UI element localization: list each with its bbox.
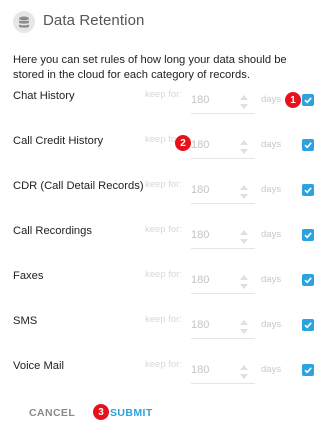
check-icon <box>304 187 312 194</box>
retention-checkbox[interactable] <box>302 364 314 376</box>
retention-checkbox[interactable] <box>302 229 314 241</box>
row-label: Call Credit History <box>13 135 104 147</box>
row-label: SMS <box>13 315 38 327</box>
spinner-arrows-icon[interactable] <box>239 364 249 380</box>
annotation-badge-2: 2 <box>175 135 191 151</box>
days-unit-label: days <box>261 319 282 330</box>
retention-checkbox[interactable] <box>302 319 314 331</box>
submit-button[interactable]: SUBMIT <box>110 407 153 419</box>
check-icon <box>304 97 312 104</box>
check-icon <box>304 277 312 284</box>
database-icon <box>13 11 35 33</box>
retention-row-call-credit-history: Call Credit History keep for: 180 days <box>0 129 328 159</box>
cancel-button[interactable]: CANCEL <box>29 407 75 419</box>
days-unit-label: days <box>261 229 282 240</box>
spinner-arrows-icon[interactable] <box>239 94 249 110</box>
keep-for-label: keep for: <box>145 89 182 100</box>
spinner-arrows-icon[interactable] <box>239 139 249 155</box>
days-unit-label: days <box>261 184 282 195</box>
annotation-badge-1: 1 <box>285 92 301 108</box>
keep-for-label: keep for: <box>145 179 182 190</box>
retention-checkbox[interactable] <box>302 184 314 196</box>
keep-for-label: keep for: <box>145 224 182 235</box>
dialog-title: Data Retention <box>43 12 145 29</box>
retention-checkbox[interactable] <box>302 139 314 151</box>
retention-row-voice-mail: Voice Mail keep for: 180 days <box>0 354 328 384</box>
retention-row-sms: SMS keep for: 180 days <box>0 309 328 339</box>
annotation-badge-3: 3 <box>93 404 109 420</box>
retention-row-call-recordings: Call Recordings keep for: 180 days <box>0 219 328 249</box>
check-icon <box>304 232 312 239</box>
keep-for-label: keep for: <box>145 269 182 280</box>
keep-for-label: keep for: <box>145 314 182 325</box>
row-label: Call Recordings <box>13 225 92 237</box>
check-icon <box>304 142 312 149</box>
retention-checkbox[interactable] <box>302 94 314 106</box>
days-unit-label: days <box>261 139 282 150</box>
retention-description: Here you can set rules of how long your … <box>13 54 287 81</box>
check-icon <box>304 367 312 374</box>
days-unit-label: days <box>261 274 282 285</box>
spinner-arrows-icon[interactable] <box>239 184 249 200</box>
spinner-arrows-icon[interactable] <box>239 229 249 245</box>
retention-row-cdr: CDR (Call Detail Records) keep for: 180 … <box>0 174 328 204</box>
row-label: Voice Mail <box>13 360 64 372</box>
retention-checkbox[interactable] <box>302 274 314 286</box>
spinner-arrows-icon[interactable] <box>239 274 249 290</box>
days-unit-label: days <box>261 94 282 105</box>
days-unit-label: days <box>261 364 282 375</box>
check-icon <box>304 322 312 329</box>
row-label: CDR (Call Detail Records) <box>13 180 144 192</box>
retention-row-faxes: Faxes keep for: 180 days <box>0 264 328 294</box>
row-label: Faxes <box>13 270 44 282</box>
row-label: Chat History <box>13 90 75 102</box>
retention-row-chat-history: Chat History keep for: 180 days <box>0 84 328 114</box>
dialog-header: Data Retention <box>0 0 328 44</box>
spinner-arrows-icon[interactable] <box>239 319 249 335</box>
keep-for-label: keep for: <box>145 359 182 370</box>
